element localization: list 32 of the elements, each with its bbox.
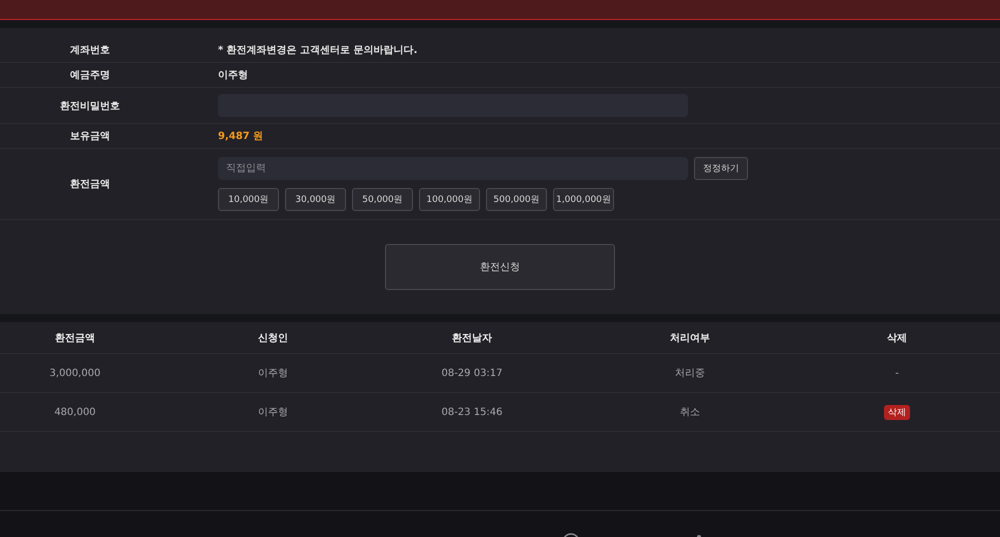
amount-field[interactable]: 직접입력 <box>218 157 688 180</box>
delete-button[interactable]: 삭제 <box>884 404 910 420</box>
reset-button[interactable]: 정정하기 <box>694 157 748 180</box>
table-cell-text: 취소 <box>680 406 700 419</box>
table-cell: 3,000,000 <box>50 368 100 378</box>
preset-amount-button[interactable]: 500,000원 <box>486 188 547 211</box>
preset-amount-button[interactable]: 1,000,000원 <box>553 188 614 211</box>
submit-button[interactable]: 환전신청 <box>385 244 615 290</box>
column-header: 환전날자 <box>452 332 492 344</box>
preset-amount-button[interactable]: 50,000원 <box>352 188 413 211</box>
table-cell: 08-29 03:17 <box>441 368 503 378</box>
table-cell: 08-23 15:46 <box>441 406 503 418</box>
table-cell-text: 처리중 <box>675 367 705 380</box>
column-header: 삭제 <box>887 332 907 344</box>
field-label: 환전비밀번호 <box>60 100 120 112</box>
table-cell: 480,000 <box>54 406 96 418</box>
column-header: 신청인 <box>258 332 288 344</box>
field-label: 보유금액 <box>70 130 110 143</box>
preset-amount-button[interactable]: 100,000원 <box>419 188 480 211</box>
field-label: 계좌번호 <box>70 44 110 57</box>
field-label: 환전금액 <box>70 178 110 191</box>
field-value: 이주형 <box>218 69 248 82</box>
table-cell: - <box>895 368 899 378</box>
table-cell-text: 이주형 <box>258 367 288 380</box>
balance-amount: 9,487 원 <box>218 130 264 143</box>
column-header: 환전금액 <box>55 332 95 344</box>
preset-amount-button[interactable]: 10,000원 <box>218 188 279 211</box>
field-value: * 환전계좌변경은 고객센터로 문의바랍니다. <box>218 44 418 57</box>
field-label: 예금주명 <box>70 69 110 82</box>
table-cell-text: 이주형 <box>258 406 288 419</box>
column-header: 처리여부 <box>670 332 710 344</box>
preset-amount-button[interactable]: 30,000원 <box>285 188 346 211</box>
